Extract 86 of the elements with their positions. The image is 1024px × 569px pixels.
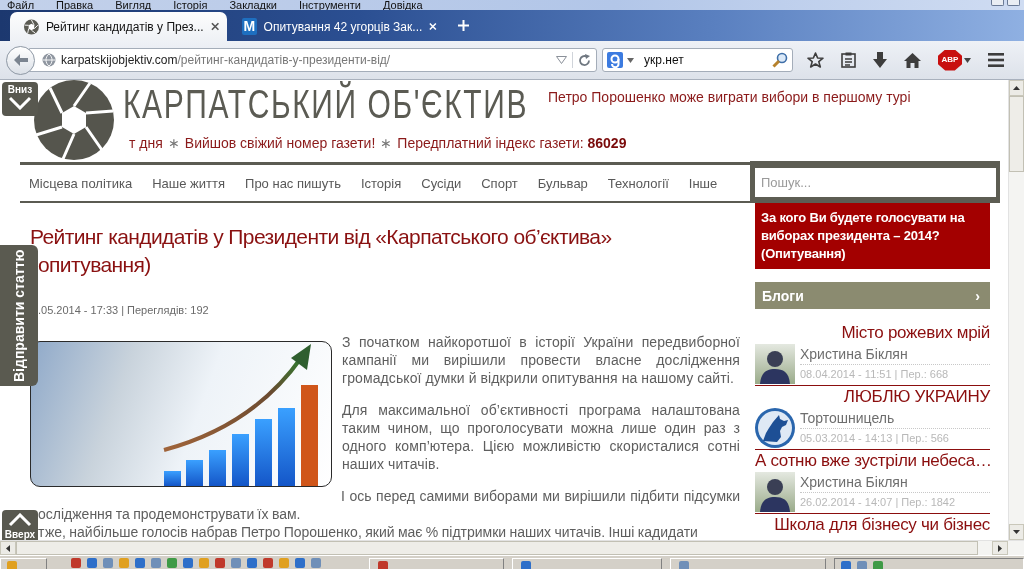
nav-link[interactable]: Про нас пишуть: [245, 175, 341, 191]
ticker-separator: ∗: [167, 134, 180, 152]
nav-link[interactable]: Технології: [607, 175, 669, 191]
search-icon[interactable]: [772, 52, 788, 68]
nav-link[interactable]: Бульвар: [537, 175, 588, 191]
chevron-up-icon: [8, 513, 32, 527]
nav-link[interactable]: Місцева політика: [29, 175, 133, 191]
star-icon[interactable]: [807, 52, 824, 68]
window-control-button[interactable]: [991, 0, 1004, 6]
search-field[interactable]: Пошук...: [755, 168, 996, 197]
blog-post-title[interactable]: Місто рожевих мрій: [755, 322, 990, 344]
article-paragraph: З початком найкоротшої в історії України передвиборної кампанії ми вирішили провести власне дослідження громадської думки й відкрили опитування на нашому сайті.: [342, 333, 740, 387]
avatar-silhouette: [755, 344, 795, 384]
start-button[interactable]: [0, 558, 47, 569]
blog-author[interactable]: Тортошницель: [800, 408, 990, 429]
down-arrow-icon: [1013, 530, 1020, 534]
browser-search-field[interactable]: укр.нет: [602, 48, 793, 72]
poll-link[interactable]: За кого Ви будете голосувати на виборах президента – 2014? (Опитування): [755, 203, 990, 269]
aperture-icon: [24, 18, 39, 35]
animal-avatar-icon: [755, 408, 795, 448]
blog-post-title[interactable]: ЛЮБЛЮ УКРАИНУ: [755, 386, 990, 408]
chart-bar: [232, 434, 249, 486]
blog-post-meta: 08.04.2014 - 11:51 | Пер.: 668: [800, 367, 950, 382]
ticker-text[interactable]: Вийшов свіжий номер газети!: [184, 134, 376, 152]
back-button[interactable]: [6, 45, 35, 75]
browser-tab[interactable]: M Опитування 42 угорців Зак...: [228, 12, 445, 41]
taskbar-button[interactable]: [512, 558, 662, 569]
chart-bar: [186, 460, 203, 486]
blog-author[interactable]: Христина Біклян: [800, 344, 990, 365]
scrollbar-thumb[interactable]: [1009, 96, 1024, 172]
ticker-text[interactable]: т дня: [129, 134, 163, 152]
caret-icon[interactable]: [964, 57, 971, 63]
scrollbar-thumb[interactable]: [16, 541, 978, 555]
taskbar-button[interactable]: [369, 558, 504, 569]
blog-author[interactable]: Христина Біклян: [800, 472, 990, 493]
app-icon: [521, 561, 531, 569]
menu-item[interactable]: Файл: [7, 0, 35, 10]
nav-link[interactable]: Інше: [688, 175, 718, 191]
chevron-down-icon: [8, 96, 32, 110]
close-icon[interactable]: [210, 22, 219, 31]
window-control-button[interactable]: [1007, 0, 1020, 6]
chart-bar: [164, 471, 181, 486]
url-text: karpatskijobjektiv.com/рейтинг-кандидатів-у-президенти-від/: [61, 53, 392, 67]
address-bar[interactable]: karpatskijobjektiv.com/рейтинг-кандидатів-у-президенти-від/: [29, 48, 597, 72]
app-icon: [679, 561, 689, 569]
left-arrow-icon: [13, 54, 28, 66]
ticker-separator: ∗: [380, 134, 393, 152]
scroll-up-button[interactable]: Вверх: [2, 510, 38, 540]
taskbar-button[interactable]: [670, 558, 826, 569]
home-icon[interactable]: [904, 52, 921, 68]
article-paragraph: І ось перед самими виборами ми вирішили підбити підсумки ослідження та продемонструвати їх вам. тже, найбільше голосів набрав Петро Порошенко, який має % підтримки наших читачів. Інші кадидати: [38, 487, 740, 540]
left-arrow-icon: [6, 544, 10, 552]
ticker-text[interactable]: Передплатний індекс газети: 86029: [397, 134, 627, 152]
start-logo-icon: [7, 561, 17, 569]
adblock-button[interactable]: ABP: [938, 49, 962, 71]
dropdown-icon[interactable]: [556, 56, 567, 64]
headline-link[interactable]: Петро Порошенко може виграти вибори в першому турі: [548, 88, 911, 106]
app-icon: [378, 561, 388, 569]
chart-bar: [209, 450, 226, 486]
globe-icon: [42, 53, 56, 67]
browser-tab[interactable]: Рейтинг кандидатів у През...: [10, 12, 227, 41]
avatar-silhouette: [755, 472, 795, 512]
blog-post-meta: 05.03.2014 - 14:13 | Пер.: 566: [800, 431, 950, 446]
nav-link[interactable]: Наше життя: [152, 175, 226, 191]
blogs-heading: Блоги: [762, 287, 804, 304]
reading-list-icon[interactable]: [841, 52, 856, 68]
article-meta: .05.2014 - 17:33 | Переглядів: 192: [37, 303, 210, 318]
download-icon[interactable]: [873, 52, 887, 68]
blog-post-meta: 26.02.2014 - 14:07 | Пер.: 1842: [800, 495, 957, 510]
right-arrow-icon: [998, 544, 1002, 552]
new-tab-icon[interactable]: [458, 20, 469, 31]
nav-link[interactable]: Історія: [360, 175, 402, 191]
blog-post-title[interactable]: Школа для бізнесу чи бізнес: [755, 514, 990, 536]
search-engine-icon[interactable]: [607, 52, 623, 68]
nav-link[interactable]: Спорт: [481, 175, 518, 191]
menu-icon[interactable]: [988, 53, 1004, 67]
scroll-down-button[interactable]: Вниз: [2, 82, 38, 116]
up-arrow-icon: [1013, 86, 1020, 90]
reload-icon[interactable]: [578, 53, 591, 67]
site-favicon: M: [242, 18, 257, 35]
chart-bar: [255, 419, 272, 486]
nav-link[interactable]: Сусіди: [421, 175, 462, 191]
blog-post-title[interactable]: А сотню вже зустріли небеса…: [755, 450, 990, 472]
article-paragraph: Для максимальної об’єктивності програма налаштована таким чином, що проголосувати можна лише один раз з одного комп’ютера. Цією можливістю скористалися сотні наших читачів.: [342, 401, 740, 473]
share-article-tab[interactable]: Відправити статтю: [0, 245, 38, 386]
caret-icon[interactable]: [627, 57, 634, 63]
